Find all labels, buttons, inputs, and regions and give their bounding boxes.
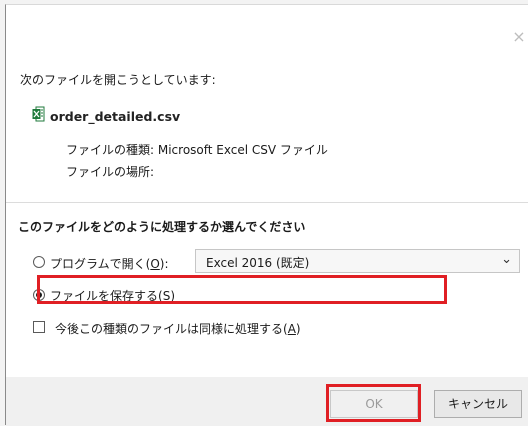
close-icon[interactable]: × bbox=[509, 27, 528, 47]
open-with-program-label[interactable]: プログラムで開く(O): bbox=[50, 255, 169, 272]
file-location-label: ファイルの場所: bbox=[66, 165, 155, 179]
save-option-highlight bbox=[37, 275, 447, 304]
remember-suffix: ) bbox=[295, 322, 301, 336]
open-with-suffix: ): bbox=[159, 257, 169, 271]
remember-choice-label[interactable]: 今後この種類のファイルは同様に処理する(A) bbox=[55, 320, 301, 337]
remember-mnemonic: A bbox=[287, 322, 296, 336]
open-with-program-radio[interactable] bbox=[33, 256, 45, 268]
handling-question: このファイルをどのように処理するか選んでください bbox=[18, 220, 306, 234]
excel-csv-icon bbox=[32, 106, 45, 122]
section-divider bbox=[6, 202, 528, 203]
program-select-value: Excel 2016 (既定) bbox=[206, 256, 310, 270]
ok-button-highlight bbox=[326, 384, 421, 422]
open-with-prefix: プログラムで開く( bbox=[50, 257, 151, 271]
file-type-label: ファイルの種類: Microsoft Excel CSV ファイル bbox=[66, 143, 328, 157]
program-select[interactable]: Excel 2016 (既定) ⌄ bbox=[195, 249, 520, 273]
chevron-down-icon[interactable]: ⌄ bbox=[501, 252, 512, 267]
remember-choice-checkbox[interactable] bbox=[33, 321, 45, 333]
remember-prefix: 今後この種類のファイルは同様に処理する( bbox=[55, 322, 288, 336]
dialog-intro-text: 次のファイルを開こうとしています: bbox=[20, 73, 216, 87]
file-name: order_detailed.csv bbox=[50, 109, 181, 124]
file-open-dialog: × 次のファイルを開こうとしています: order_detailed.csv フ… bbox=[5, 4, 528, 426]
cancel-button[interactable]: キャンセル bbox=[434, 390, 522, 418]
open-with-mnemonic: O bbox=[150, 257, 160, 271]
